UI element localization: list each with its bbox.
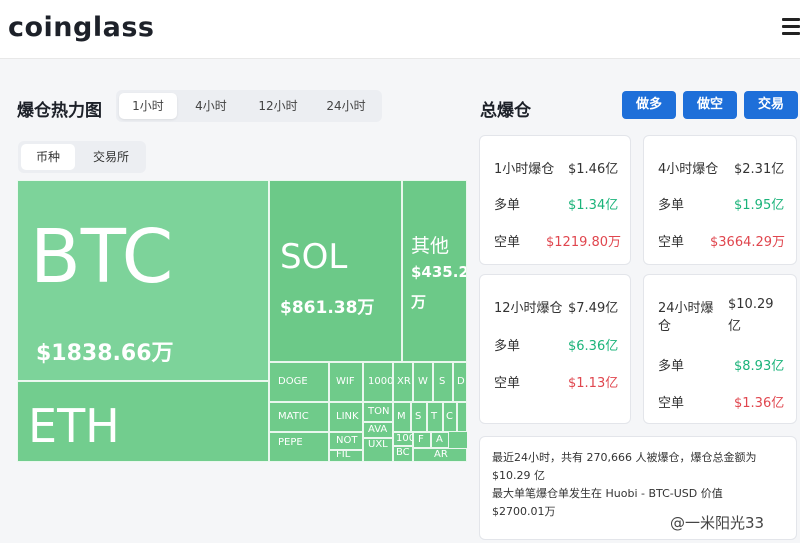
card-12h-long-label: 多单	[494, 339, 521, 354]
heatmap-cell-f[interactable]: F	[413, 432, 431, 448]
heatmap-cell-misc[interactable]	[457, 402, 467, 432]
heatmap-cell-not[interactable]: NOT	[329, 432, 363, 450]
heatmap-title: 爆仓热力图	[17, 101, 102, 121]
other-symbol: 其他	[411, 235, 450, 257]
heatmap-cell-c[interactable]: C	[443, 402, 457, 432]
heatmap-cell-sol[interactable]: SOL $861.38万	[269, 180, 402, 362]
heatmap-cell-fil[interactable]: FIL	[329, 450, 363, 462]
heatmap-cell-btc[interactable]: BTC $1838.66万	[17, 180, 269, 381]
card-24h-label-cont: 仓	[658, 319, 672, 334]
sol-value: $861.38万	[280, 298, 375, 318]
heatmap-cell-d[interactable]: D	[453, 362, 467, 402]
liquidation-card-1h: 1小时爆仓 $1.46亿 多单 $1.34亿 空单 $1219.80万	[479, 135, 631, 265]
heatmap-cell-xr[interactable]: XR	[393, 362, 413, 402]
heatmap-cell-w[interactable]: W	[413, 362, 433, 402]
card-12h-total: $7.49亿	[568, 301, 619, 316]
liquidation-heatmap: BTC $1838.66万 ETH SOL $861.38万 其他 $435.2…	[17, 180, 467, 462]
hamburger-menu-icon[interactable]	[782, 18, 800, 39]
card-4h-long-label: 多单	[658, 198, 685, 213]
coinglass-logo[interactable]: coinglass	[8, 12, 154, 43]
summary-line-3: 最大单笔爆仓单发生在 Huobi - BTC-USD 价值	[492, 487, 723, 500]
heatmap-cell-bc[interactable]: BC	[393, 446, 413, 462]
card-24h-long: $8.93亿	[734, 359, 785, 374]
heatmap-cell-matic[interactable]: MATIC	[269, 402, 329, 432]
top-bar: coinglass	[0, 0, 800, 59]
long-button[interactable]: 做多	[622, 91, 676, 119]
card-1h-total: $1.46亿	[568, 162, 619, 177]
group-type-tabs: 币种 交易所	[18, 141, 146, 173]
heatmap-cell-a[interactable]: A	[431, 432, 449, 448]
time-range-tabs: 1小时 4小时 12小时 24小时	[116, 90, 382, 122]
card-12h-short-label: 空单	[494, 376, 521, 391]
card-24h-short: $1.36亿	[734, 396, 785, 411]
heatmap-cell-ava[interactable]: AVA	[363, 422, 393, 438]
card-24h-total: $10.29	[728, 297, 774, 312]
liquidation-card-4h: 4小时爆仓 $2.31亿 多单 $1.95亿 空单 $3664.29万	[643, 135, 797, 265]
card-12h-long: $6.36亿	[568, 339, 619, 354]
card-4h-total: $2.31亿	[734, 162, 785, 177]
heatmap-cell-ar[interactable]: AR	[413, 448, 467, 462]
liquidation-card-12h: 12小时爆仓 $7.49亿 多单 $6.36亿 空单 $1.13亿	[479, 274, 631, 424]
card-24h-label: 24小时爆	[658, 301, 714, 316]
other-value: $435.25	[411, 263, 466, 281]
card-24h-total-unit: 亿	[728, 319, 742, 334]
trade-button[interactable]: 交易	[744, 91, 798, 119]
heatmap-cell-doge[interactable]: DOGE	[269, 362, 329, 402]
heatmap-cell-link[interactable]: LINK	[329, 402, 363, 432]
card-4h-long: $1.95亿	[734, 198, 785, 213]
card-1h-long-label: 多单	[494, 198, 521, 213]
eth-symbol: ETH	[28, 399, 120, 453]
card-12h-label: 12小时爆仓	[494, 301, 563, 316]
card-1h-short-label: 空单	[494, 235, 521, 250]
btc-symbol: BTC	[30, 214, 174, 300]
liquidation-card-24h: 24小时爆 仓 $10.29 亿 多单 $8.93亿 空单 $1.36亿	[643, 274, 797, 424]
sol-symbol: SOL	[280, 237, 348, 277]
heatmap-cell-ton[interactable]: TON	[363, 402, 393, 422]
heatmap-cell-100[interactable]: 100	[393, 432, 413, 446]
card-1h-label: 1小时爆仓	[494, 162, 555, 177]
tab-12h[interactable]: 12小时	[246, 93, 310, 119]
heatmap-cell-other[interactable]: 其他 $435.25 万	[402, 180, 467, 362]
card-4h-short-label: 空单	[658, 235, 685, 250]
other-value-unit: 万	[411, 293, 427, 311]
card-12h-short: $1.13亿	[568, 376, 619, 391]
btc-value: $1838.66万	[36, 341, 174, 366]
tab-24h[interactable]: 24小时	[314, 93, 378, 119]
tab-4h[interactable]: 4小时	[182, 93, 240, 119]
card-24h-short-label: 空单	[658, 396, 685, 411]
heatmap-cell-eth[interactable]: ETH	[17, 381, 269, 462]
short-button[interactable]: 做空	[683, 91, 737, 119]
card-24h-long-label: 多单	[658, 359, 685, 374]
watermark: @一米阳光33	[670, 514, 765, 532]
heatmap-cell-s[interactable]: S	[433, 362, 453, 402]
tab-coin[interactable]: 币种	[21, 144, 75, 170]
heatmap-cell-s2[interactable]: S	[411, 402, 427, 432]
heatmap-cell-1000[interactable]: 1000	[363, 362, 393, 402]
summary-line-2: $10.29 亿	[492, 469, 545, 482]
card-4h-label: 4小时爆仓	[658, 162, 719, 177]
tab-1h[interactable]: 1小时	[119, 93, 177, 119]
summary-line-1: 最近24小时，共有 270,666 人被爆仓，爆仓总金额为	[492, 451, 757, 464]
card-4h-short: $3664.29万	[710, 235, 786, 250]
heatmap-cell-m[interactable]: M	[393, 402, 411, 432]
heatmap-cell-t[interactable]: T	[427, 402, 443, 432]
card-1h-short: $1219.80万	[546, 235, 622, 250]
heatmap-cell-pepe[interactable]: PEPE	[269, 432, 329, 462]
total-liquidation-title: 总爆仓	[480, 101, 531, 121]
heatmap-cell-uxl[interactable]: UXL	[363, 438, 393, 462]
heatmap-cell-wif[interactable]: WIF	[329, 362, 363, 402]
card-1h-long: $1.34亿	[568, 198, 619, 213]
tab-exchange[interactable]: 交易所	[78, 144, 144, 170]
